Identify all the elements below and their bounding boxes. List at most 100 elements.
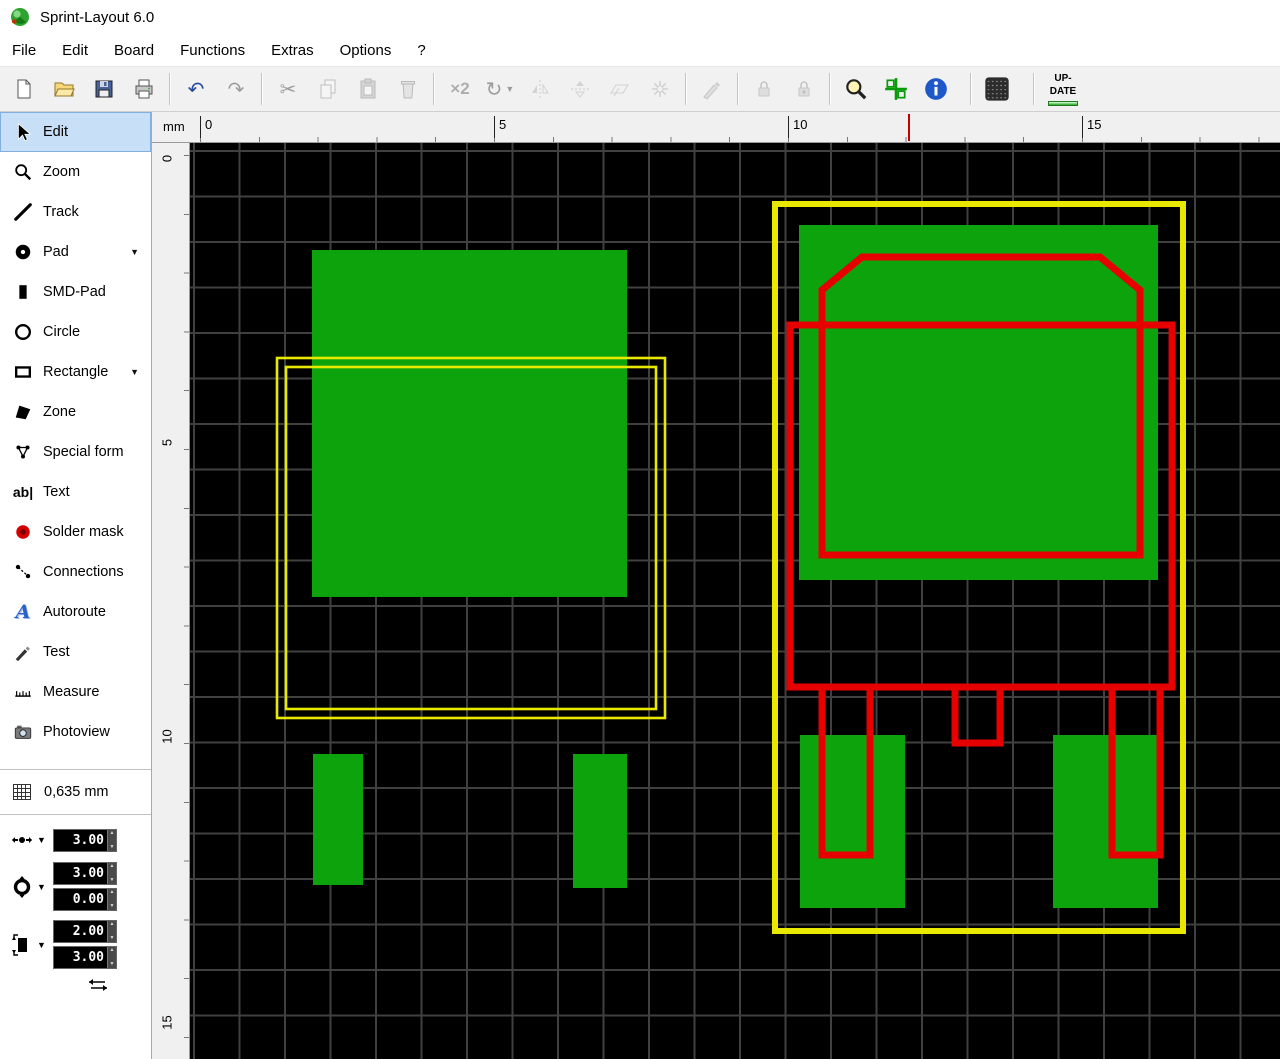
pad-drill-spinner[interactable]: ▲ ▼ <box>107 889 116 910</box>
sidebar-item-autoroute[interactable]: A Autoroute <box>0 592 151 632</box>
sidebar-item-pad[interactable]: Pad ▼ <box>0 232 151 272</box>
vruler-label-5: 5 <box>159 438 175 447</box>
smd-height-spinner[interactable]: ▲ ▼ <box>107 947 116 968</box>
copper-pin-pad[interactable] <box>800 735 905 908</box>
pad-outer-field[interactable]: 3.00 ▲ ▼ <box>53 862 117 885</box>
main-area: Edit Zoom Track Pad ▼ SMD-Pad Circle Rec… <box>0 112 1280 1059</box>
track-width-spinner[interactable]: ▲ ▼ <box>107 829 116 851</box>
cut-button[interactable]: ✂ <box>268 70 308 108</box>
toolbar-separator <box>685 73 687 105</box>
pad-size-dropdown-icon[interactable]: ▼ <box>37 882 53 892</box>
sidebar-item-label: Connections <box>43 564 124 580</box>
snap-origin-button[interactable] <box>876 70 916 108</box>
smd-size-dropdown-icon[interactable]: ▼ <box>37 940 53 950</box>
footprint-right[interactable] <box>772 201 1186 934</box>
app-logo-icon <box>11 8 29 26</box>
zoom-all-button[interactable] <box>836 70 876 108</box>
smd-size-icon <box>7 932 37 958</box>
redo-button[interactable]: ↷ <box>216 70 256 108</box>
sidebar-item-label: Solder mask <box>43 524 124 540</box>
open-button[interactable] <box>44 70 84 108</box>
raster-button[interactable] <box>977 70 1017 108</box>
vruler-label-10: 10 <box>159 729 175 744</box>
menu-extras[interactable]: Extras <box>258 37 327 64</box>
info-button[interactable] <box>916 70 956 108</box>
delete-button[interactable] <box>388 70 428 108</box>
duplicate-button[interactable]: ×2 <box>440 70 480 108</box>
pin-outline-middle[interactable] <box>951 687 1004 747</box>
sidebar-item-rectangle[interactable]: Rectangle ▼ <box>0 352 151 392</box>
smd-width-spinner[interactable]: ▲ ▼ <box>107 921 116 942</box>
sidebar-item-measure[interactable]: Measure <box>0 672 151 712</box>
copy-button[interactable] <box>308 70 348 108</box>
mirror-vertical-button[interactable] <box>560 70 600 108</box>
smd-width-field[interactable]: 2.00 ▲ ▼ <box>53 920 117 943</box>
copper-pin-pad[interactable] <box>313 754 363 885</box>
copper-pin-pad[interactable] <box>573 754 627 888</box>
toolbar-separator <box>970 73 972 105</box>
pad-dropdown-icon[interactable]: ▼ <box>130 247 139 257</box>
track-width-field[interactable]: 3.00 ▲ ▼ <box>53 828 117 852</box>
track-width-icon <box>7 827 37 853</box>
rectangle-dropdown-icon[interactable]: ▼ <box>130 367 139 377</box>
pad-drill-field[interactable]: 0.00 ▲ ▼ <box>53 888 117 911</box>
rotate-icon: ↻ <box>485 78 503 101</box>
canvas-row: 0 5 10 15 <box>152 143 1280 1059</box>
lock-all-button[interactable] <box>784 70 824 108</box>
sidebar-item-zone[interactable]: Zone <box>0 392 151 432</box>
sidebar-item-connections[interactable]: Connections <box>0 552 151 592</box>
undo-button[interactable]: ↶ <box>176 70 216 108</box>
sidebar-item-circle[interactable]: Circle <box>0 312 151 352</box>
new-button[interactable] <box>4 70 44 108</box>
menu-help[interactable]: ? <box>404 37 438 64</box>
flip-layer-button[interactable] <box>600 70 640 108</box>
swap-values-button[interactable] <box>7 978 151 996</box>
pad-drill-value: 0.00 <box>72 892 104 907</box>
smash-button[interactable] <box>640 70 680 108</box>
raster-grid-icon <box>985 77 1009 101</box>
sidebar-item-solder-mask[interactable]: Solder mask <box>0 512 151 552</box>
sidebar-item-smd-pad[interactable]: SMD-Pad <box>0 272 151 312</box>
lock-button[interactable] <box>744 70 784 108</box>
update-button[interactable]: UP- DATE <box>1040 70 1086 108</box>
print-button[interactable] <box>124 70 164 108</box>
draw-track-button[interactable] <box>692 70 732 108</box>
menu-edit[interactable]: Edit <box>49 37 101 64</box>
sidebar-item-text[interactable]: ab| Text <box>0 472 151 512</box>
sidebar-item-label: Edit <box>43 124 68 140</box>
paste-button[interactable] <box>348 70 388 108</box>
sidebar-item-test[interactable]: Test <box>0 632 151 672</box>
menu-options[interactable]: Options <box>327 37 405 64</box>
horizontal-ruler: mm 0 5 10 15 <box>152 112 1280 143</box>
hruler-label-5: 5 <box>494 116 506 138</box>
grid-setting-button[interactable]: 0,635 mm <box>0 769 151 815</box>
sidebar-item-zoom[interactable]: Zoom <box>0 152 151 192</box>
vruler-label-15: 15 <box>159 1015 175 1030</box>
sidebar-item-special-form[interactable]: Special form <box>0 432 151 472</box>
save-button[interactable] <box>84 70 124 108</box>
save-floppy-icon <box>95 80 113 98</box>
track-width-row: ▼ 3.00 ▲ ▼ <box>7 827 151 853</box>
duplicate-icon: ×2 <box>450 79 470 98</box>
menu-file[interactable]: File <box>0 37 49 64</box>
track-width-dropdown-icon[interactable]: ▼ <box>37 835 53 845</box>
copper-pin-pad[interactable] <box>1053 735 1158 908</box>
rotate-button[interactable]: ↻ ▼ <box>480 70 520 108</box>
pad-outer-spinner[interactable]: ▲ ▼ <box>107 863 116 884</box>
pcb-canvas[interactable] <box>190 143 1280 1059</box>
smd-height-field[interactable]: 3.00 ▲ ▼ <box>53 946 117 969</box>
sidebar-item-track[interactable]: Track <box>0 192 151 232</box>
menu-board[interactable]: Board <box>101 37 167 64</box>
sidebar-item-edit[interactable]: Edit <box>0 112 151 152</box>
rectangle-icon <box>10 360 36 384</box>
mirror-horizontal-button[interactable] <box>520 70 560 108</box>
copper-tab-pad[interactable] <box>799 225 1158 580</box>
paste-clipboard-icon <box>360 78 376 99</box>
menu-functions[interactable]: Functions <box>167 37 258 64</box>
sidebar-item-photoview[interactable]: Photoview <box>0 712 151 752</box>
window-title: Sprint-Layout 6.0 <box>40 8 155 26</box>
sidebar-item-label: SMD-Pad <box>43 284 106 300</box>
copper-tab-pad[interactable] <box>312 250 627 597</box>
footprint-left[interactable] <box>275 250 667 888</box>
redo-icon: ↷ <box>227 78 245 101</box>
